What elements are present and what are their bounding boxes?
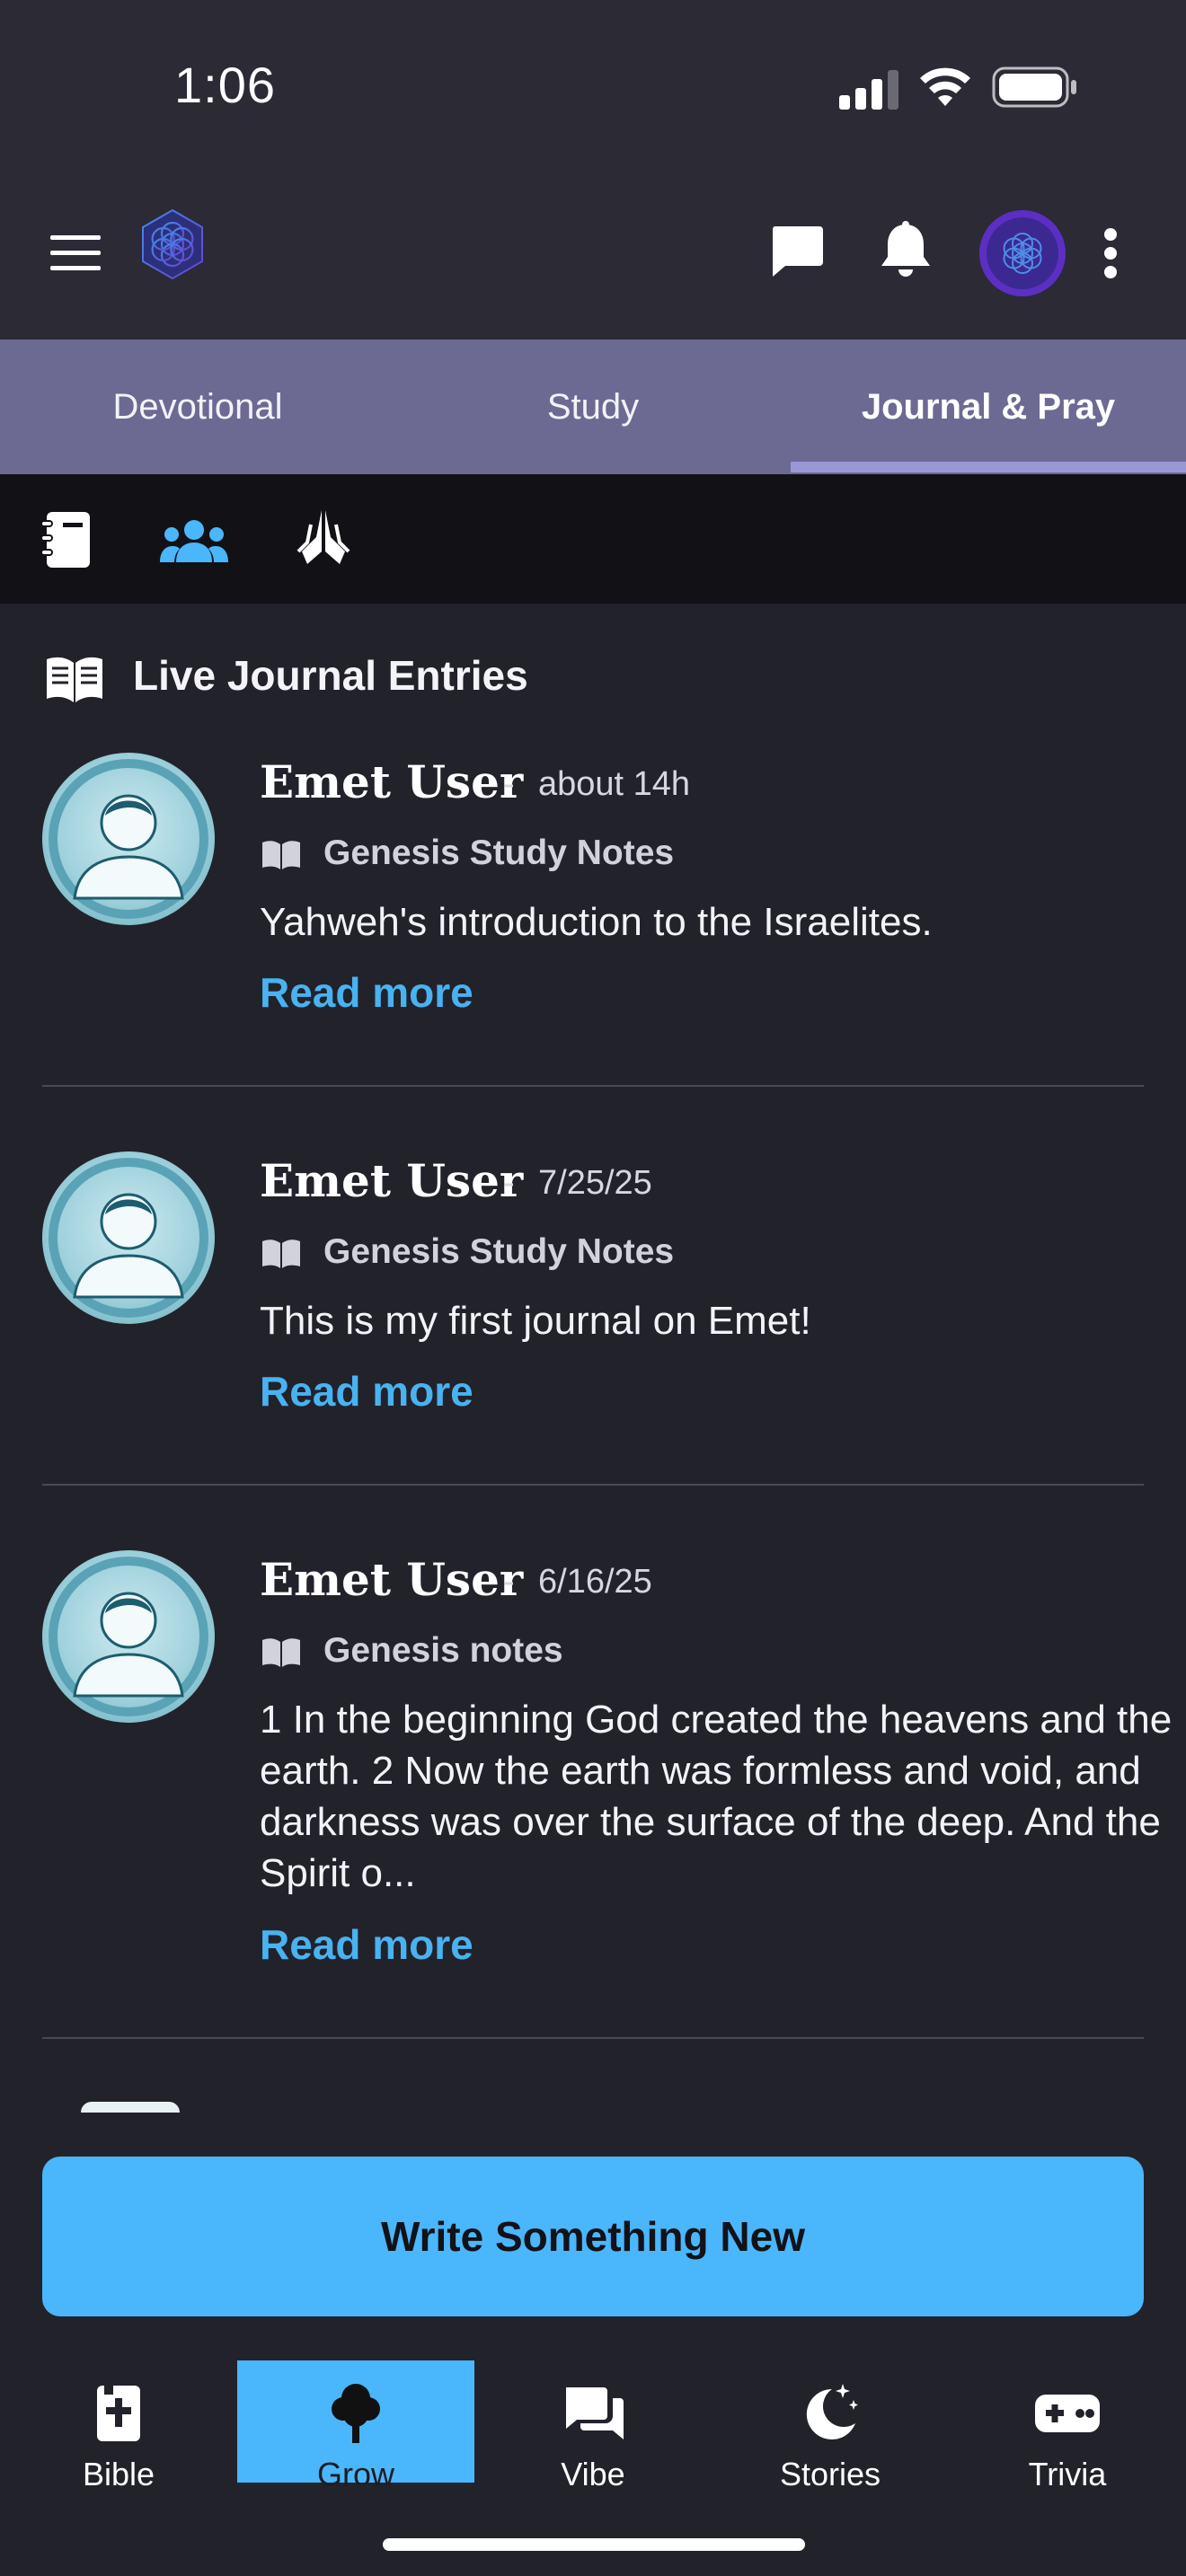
praying-hands-icon[interactable] xyxy=(295,507,352,568)
nav-grow[interactable]: Grow xyxy=(237,2360,474,2492)
nav-bible[interactable]: Bible xyxy=(0,2360,237,2492)
chat-bubbles-icon xyxy=(566,2387,624,2439)
flower-of-life-logo[interactable] xyxy=(137,208,208,280)
book-icon xyxy=(262,1239,300,1268)
profile-avatar[interactable] xyxy=(979,210,1066,296)
entry-separator: - xyxy=(503,1563,515,1601)
entry-book[interactable]: Genesis Study Notes xyxy=(323,1232,674,1272)
community-group-icon[interactable] xyxy=(160,519,228,564)
tab-bar: Devotional Study Journal & Pray xyxy=(0,340,1186,474)
entry-author[interactable]: Emet User xyxy=(260,1553,523,1606)
user-avatar[interactable] xyxy=(42,753,215,925)
entry-date: 7/25/25 xyxy=(538,1164,652,1202)
person-icon xyxy=(49,1158,208,1318)
profile-logo-icon xyxy=(987,217,1058,289)
entry-book[interactable]: Genesis Study Notes xyxy=(323,834,674,873)
moon-stars-icon xyxy=(806,2384,858,2439)
nav-label: Stories xyxy=(779,2456,881,2492)
entry-divider xyxy=(42,2037,1144,2039)
active-tab-indicator xyxy=(791,462,1186,472)
bible-cross-icon xyxy=(97,2384,140,2441)
nav-vibe[interactable]: Vibe xyxy=(474,2360,712,2492)
tab-journal-pray[interactable]: Journal & Pray xyxy=(791,340,1186,474)
entry-divider xyxy=(42,1484,1144,1486)
entry-author[interactable]: Emet User xyxy=(260,755,523,808)
gamepad-icon xyxy=(1035,2395,1100,2432)
entry-text: This is my first journal on Emet! xyxy=(260,1299,811,1343)
entry-divider xyxy=(42,1085,1144,1087)
nav-label: Grow xyxy=(316,2456,394,2492)
next-entry-avatar-partial xyxy=(81,2102,180,2113)
entry-author[interactable]: Emet User xyxy=(260,1154,523,1207)
wifi-icon xyxy=(920,67,970,106)
journal-entry[interactable]: Emet User - about 14h Genesis Study Note… xyxy=(0,753,1186,1087)
entry-date: 6/16/25 xyxy=(538,1563,652,1601)
entry-date: about 14h xyxy=(538,765,691,803)
person-icon xyxy=(49,1557,208,1716)
tree-icon xyxy=(332,2384,380,2443)
vertical-dots-icon[interactable] xyxy=(1102,228,1120,278)
nav-stories[interactable]: Stories xyxy=(712,2360,949,2492)
read-more-link[interactable]: Read more xyxy=(260,1920,474,1969)
tab-study[interactable]: Study xyxy=(395,340,791,474)
user-avatar[interactable] xyxy=(42,1151,215,1324)
bell-icon[interactable] xyxy=(879,221,933,282)
nav-label: Bible xyxy=(82,2456,155,2492)
entry-text: 1 In the beginning God created the heave… xyxy=(260,1698,1173,1895)
journal-entry[interactable]: Emet User - 7/25/25 Genesis Study Notes … xyxy=(0,1151,1186,1486)
open-book-icon xyxy=(47,657,102,702)
home-indicator xyxy=(383,2538,805,2551)
cellular-signal-icon xyxy=(839,70,898,110)
journal-entry[interactable]: Emet User - 6/16/25 Genesis notes 1 In t… xyxy=(0,1550,1186,1990)
person-icon xyxy=(49,759,208,919)
entry-separator: - xyxy=(503,765,515,803)
tab-devotional[interactable]: Devotional xyxy=(0,340,395,474)
book-icon xyxy=(262,1638,300,1667)
section-title: Live Journal Entries xyxy=(133,652,528,699)
nav-label: Trivia xyxy=(1028,2456,1107,2492)
user-avatar[interactable] xyxy=(42,1550,215,1723)
entry-text: Yahweh's introduction to the Israelites. xyxy=(260,900,933,944)
hamburger-menu-icon[interactable] xyxy=(50,235,101,271)
journal-book-icon[interactable] xyxy=(40,510,93,569)
battery-icon xyxy=(992,66,1076,108)
status-time: 1:06 xyxy=(174,57,276,113)
entry-separator: - xyxy=(503,1164,515,1202)
read-more-link[interactable]: Read more xyxy=(260,968,474,1017)
read-more-link[interactable]: Read more xyxy=(260,1367,474,1416)
nav-trivia[interactable]: Trivia xyxy=(949,2360,1186,2492)
chat-bubble-icon[interactable] xyxy=(769,225,825,280)
book-icon xyxy=(262,841,300,869)
nav-label: Vibe xyxy=(561,2456,625,2492)
write-something-new-button[interactable]: Write Something New xyxy=(42,2157,1144,2316)
entry-book[interactable]: Genesis notes xyxy=(323,1631,563,1671)
